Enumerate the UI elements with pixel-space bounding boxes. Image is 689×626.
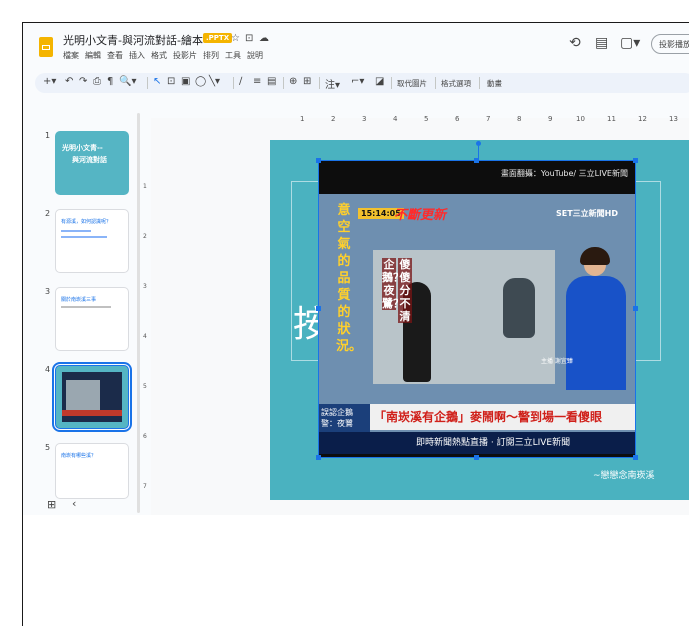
vertical-ruler[interactable]: 1 2 3 4 5 6 7 (143, 133, 151, 513)
thumbnail-text-line (61, 236, 107, 238)
menu-slide[interactable]: 投影片 (173, 50, 197, 61)
crop-icon[interactable]: ⌐▾ (351, 76, 364, 87)
anchor-name: 主播 謝宜臻 (541, 358, 573, 365)
present-button[interactable]: 投影播放 (651, 34, 689, 54)
thumbnail-text-line (61, 306, 111, 308)
thumbnail-image (62, 372, 122, 422)
lower-third-left: 誤認企鵝 警：夜鷺 (318, 404, 370, 432)
slide-thumbnail-4[interactable] (52, 362, 132, 432)
alt-text-button[interactable]: 注▾ (325, 76, 340, 91)
resize-handle[interactable] (633, 306, 638, 311)
meet-camera-icon[interactable]: ▢▾ (620, 35, 640, 51)
columns-icon[interactable]: ▤ (267, 76, 276, 87)
menu-help[interactable]: 說明 (247, 50, 263, 61)
paint-format-icon[interactable]: ¶ (107, 76, 113, 87)
menu-arrange[interactable]: 排列 (203, 50, 219, 61)
line-icon[interactable]: ╲▾ (209, 76, 220, 87)
resize-handle[interactable] (474, 158, 479, 163)
menu-insert[interactable]: 插入 (129, 50, 145, 61)
slide-number: 4 (45, 365, 51, 374)
slide-number: 1 (45, 131, 51, 140)
select-cursor-icon[interactable]: ↖ (153, 76, 161, 87)
slide-thumbnail-3[interactable]: 關於南崁溪三事 (55, 287, 129, 351)
insert-image-icon[interactable]: ▣ (181, 76, 190, 87)
thumbnail-title: 南崁有哪些溪？ (61, 453, 97, 459)
resize-handle[interactable] (316, 158, 321, 163)
replace-image-button[interactable]: 取代圖片 (397, 78, 427, 89)
slides-app: 光明小文青-與河流對話-繪本 .PPTX ☆ ⊡ ☁ 檔案 編輯 查看 插入 格… (23, 23, 689, 515)
align-icon[interactable]: ≡ (253, 76, 261, 87)
vertical-caption: 意空氣的品質的狀況。 (336, 203, 363, 354)
collapse-panel-icon[interactable]: ‹ (72, 497, 76, 510)
slide-number: 2 (45, 209, 51, 218)
image-credit: 畫面翻攝：YouTube/ 三立LIVE新聞 (500, 169, 628, 178)
star-icon[interactable]: ☆ (231, 33, 240, 44)
text-box-icon[interactable]: ⊡ (167, 76, 175, 87)
filmstrip-scrollbar[interactable] (137, 113, 140, 513)
zoom-icon[interactable]: 🔍▾ (119, 76, 136, 87)
comments-icon[interactable]: ▤ (595, 35, 608, 51)
slide-number: 3 (45, 287, 51, 296)
move-folder-icon[interactable]: ⊡ (245, 33, 253, 44)
screenshot-frame: 光明小文青-與河流對話-繪本 .PPTX ☆ ⊡ ☁ 檔案 編輯 查看 插入 格… (22, 22, 689, 626)
resize-handle[interactable] (633, 158, 638, 163)
thumbnail-title: 關於南崁溪三事 (61, 297, 97, 303)
slide-number: 5 (45, 443, 51, 452)
redo-icon[interactable]: ↷ (79, 76, 87, 87)
thumbnail-title: 有源溪，如何認識呢？ (61, 219, 112, 225)
menu-view[interactable]: 查看 (107, 50, 123, 61)
channel-logo: SET三立新聞HD (556, 209, 619, 218)
format-options-button[interactable]: 格式選項 (441, 78, 471, 89)
breaking-news-label: 不斷更新 (394, 208, 447, 223)
shape-icon[interactable]: ◯ (195, 76, 206, 87)
thumbnail-text-line (61, 230, 91, 232)
link-icon[interactable]: ⊕ (289, 76, 297, 87)
add-comment-icon[interactable]: ⊞ (303, 76, 311, 87)
question-caption: 傻傻分不清 (398, 258, 412, 323)
cloud-status-icon[interactable]: ☁ (259, 33, 269, 44)
resize-handle[interactable] (633, 455, 638, 460)
question-caption: 企鵝？夜鷺？ (382, 258, 404, 310)
slide-thumbnail-5[interactable]: 南崁有哪些溪？ (55, 443, 129, 499)
version-history-icon[interactable]: ⟲ (569, 35, 581, 51)
resize-handle[interactable] (474, 455, 479, 460)
slides-logo-icon[interactable] (39, 37, 53, 57)
mask-image-icon[interactable]: ◪ (375, 76, 384, 87)
horizontal-ruler[interactable]: 1 2 3 4 5 6 7 8 9 10 11 12 13 (270, 115, 689, 125)
menu-edit[interactable]: 編輯 (85, 50, 101, 61)
menu-file[interactable]: 檔案 (63, 50, 79, 61)
rotate-handle[interactable] (476, 141, 481, 146)
file-type-badge: .PPTX (203, 33, 233, 43)
menu-bar: 檔案 編輯 查看 插入 格式 投影片 排列 工具 說明 (63, 50, 263, 61)
toolbar: +▾ ↶ ↷ ⎙ ¶ 🔍▾ ↖ ⊡ ▣ ◯ ╲▾ ∕ ≡ ▤ ⊕ ⊞ 注▾ ⌐▾… (35, 73, 689, 93)
resize-handle[interactable] (316, 306, 321, 311)
slide-caption[interactable]: ~戀戀念南崁溪 (593, 468, 655, 481)
document-title[interactable]: 光明小文青-與河流對話-繪本 (63, 32, 203, 48)
menu-format[interactable]: 格式 (151, 50, 167, 61)
thumbnail-title: 光明小文青-- 與河流對話 (62, 144, 107, 164)
new-slide-button[interactable]: +▾ (43, 76, 56, 87)
animate-button[interactable]: 動畫 (487, 78, 502, 89)
slide-thumbnail-2[interactable]: 有源溪，如何認識呢？ (55, 209, 129, 273)
grid-view-icon[interactable]: ⊞ (47, 498, 56, 511)
news-headline: 「南崁溪有企鵝」麥鬧啊～警到場一看傻眼 (370, 404, 636, 430)
undo-icon[interactable]: ↶ (65, 76, 73, 87)
pen-icon[interactable]: ∕ (239, 76, 242, 87)
news-anchor (566, 247, 626, 390)
ticker-text: 即時新聞熱點直播 · 訂閱三立LIVE新聞 (416, 438, 571, 448)
print-icon[interactable]: ⎙ (93, 76, 101, 87)
menu-tools[interactable]: 工具 (225, 50, 241, 61)
slide-thumbnail-1[interactable]: 光明小文青-- 與河流對話 (55, 131, 129, 195)
news-screenshot-image[interactable]: 畫面翻攝：YouTube/ 三立LIVE新聞 意空氣的品質的狀況。 15:14:… (318, 160, 636, 458)
resize-handle[interactable] (316, 455, 321, 460)
